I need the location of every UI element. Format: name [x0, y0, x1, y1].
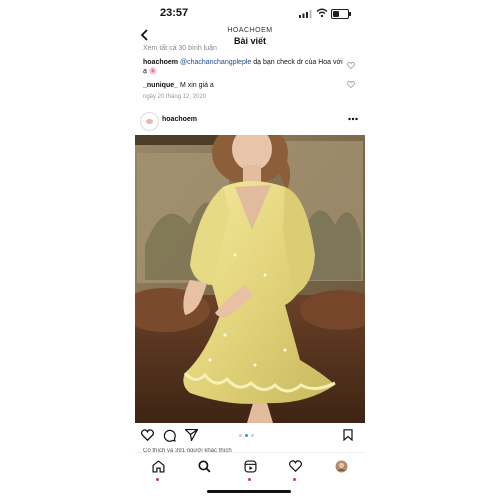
bottom-tab-bar — [135, 452, 365, 483]
battery-icon — [331, 9, 351, 19]
post-photo[interactable] — [135, 135, 365, 423]
bookmark-icon — [343, 429, 353, 442]
avatar[interactable] — [140, 112, 159, 131]
post-actions — [135, 426, 365, 446]
home-icon — [151, 460, 165, 473]
like-button[interactable] — [140, 429, 155, 444]
view-all-comments-link[interactable]: Xem tất cả 30 bình luận — [143, 45, 217, 52]
woman-in-yellow-dress-photo — [135, 135, 365, 423]
more-options-button[interactable] — [348, 113, 358, 124]
wifi-icon — [316, 8, 328, 18]
more-horizontal-icon — [348, 117, 358, 121]
comment-icon — [163, 429, 176, 442]
comment-username[interactable]: _nunique_ — [143, 82, 178, 89]
tab-home[interactable] — [150, 460, 166, 476]
notification-dot — [156, 478, 159, 481]
save-button[interactable] — [343, 429, 353, 444]
comment-text: M xin giá a — [178, 82, 214, 89]
activity-icon — [288, 460, 302, 473]
post-username[interactable]: hoachoem — [162, 116, 197, 123]
heart-icon — [347, 81, 355, 89]
share-button[interactable] — [184, 428, 199, 444]
comment-item: _nunique_ M xin giá a — [143, 81, 343, 90]
reels-icon — [243, 460, 257, 473]
pager-dot — [251, 434, 254, 437]
carousel-pager — [239, 434, 254, 437]
comment-username[interactable]: hoachoem — [143, 59, 178, 66]
status-bar: 23:57 — [135, 0, 365, 26]
instagram-post-screen: 23:57 HOACHOEM Bài viết Xem tất cả 30 bì… — [135, 0, 365, 499]
send-icon — [184, 428, 199, 443]
home-indicator[interactable] — [207, 490, 291, 493]
tab-reels[interactable] — [242, 460, 258, 476]
pager-dot-active — [245, 434, 248, 437]
pager-dot — [239, 434, 242, 437]
comment-button[interactable] — [163, 429, 176, 445]
comments-date: ngày 20 tháng 12, 2020 — [143, 94, 207, 100]
comment-item: hoachoem @chachanchangpleple dạ bạn chec… — [143, 58, 343, 76]
comment-mention[interactable]: @chachanchangpleple — [180, 59, 251, 66]
tab-profile[interactable] — [333, 460, 349, 476]
comment-like-button[interactable] — [347, 81, 355, 90]
post-header: hoachoem — [135, 112, 365, 132]
notification-dot — [293, 478, 296, 481]
comment-like-button[interactable] — [347, 62, 355, 71]
heart-icon — [347, 62, 355, 70]
tab-activity[interactable] — [287, 460, 303, 476]
header-account-name: HOACHOEM — [227, 27, 273, 34]
status-time: 23:57 — [160, 7, 189, 19]
notification-dot — [248, 478, 251, 481]
heart-icon — [140, 429, 155, 442]
tab-search[interactable] — [196, 460, 212, 476]
search-icon — [197, 460, 211, 473]
profile-avatar — [335, 460, 347, 473]
signal-icon — [299, 10, 312, 18]
